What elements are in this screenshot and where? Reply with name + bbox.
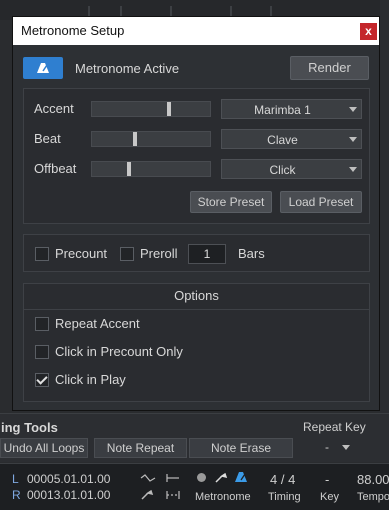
sound-select-beat[interactable]: Clave [221, 129, 362, 149]
preroll-checkbox[interactable] [120, 247, 134, 261]
option-label: Click in Precount Only [55, 344, 183, 359]
undo-all-loops-button[interactable]: Undo All Loops [0, 438, 88, 458]
dialog-title: Metronome Setup [21, 23, 125, 38]
precount-indicator-icon[interactable] [197, 473, 206, 482]
metronome-icon [37, 63, 49, 73]
timing-label: Timing [268, 491, 301, 503]
repeat-key-value: - [325, 440, 329, 454]
volume-slider-offbeat[interactable] [91, 161, 211, 177]
chevron-down-icon [349, 107, 357, 112]
wrench-icon[interactable] [140, 489, 154, 501]
sound-label-accent: Accent [34, 101, 74, 116]
precount-label: Precount [55, 246, 108, 261]
key-label: Key [320, 491, 339, 503]
key-value[interactable]: - [325, 472, 329, 487]
slider-thumb[interactable] [167, 102, 171, 116]
metronome-label: Metronome [195, 491, 251, 503]
sounds-panel: Accent Marimba 1 Beat Clave Offbeat Click Sto… [23, 88, 370, 224]
sound-select-value: Click [269, 163, 296, 177]
bars-label: Bars [238, 246, 265, 261]
editing-tools-bar: ing Tools Repeat Key Undo All Loops Note… [0, 413, 389, 462]
slider-thumb[interactable] [133, 132, 137, 146]
store-preset-button[interactable]: Store Preset [190, 191, 272, 213]
option-checkbox[interactable] [35, 345, 49, 359]
sound-select-accent[interactable]: Marimba 1 [221, 99, 362, 119]
metronome-icon[interactable] [234, 471, 248, 483]
render-button[interactable]: Render [290, 56, 369, 80]
right-locator-marker: R [12, 488, 21, 502]
metronome-active-label: Metronome Active [75, 61, 180, 76]
options-header: Options [24, 284, 369, 310]
left-locator-marker: L [12, 472, 19, 486]
chevron-down-icon [349, 167, 357, 172]
sound-select-offbeat[interactable]: Click [221, 159, 362, 179]
transport-bar: L 00005.01.01.00 R 00013.01.01.00 Metron… [0, 463, 389, 510]
sound-label-offbeat: Offbeat [34, 161, 77, 176]
title-bar: Metronome Setup x [13, 17, 379, 45]
right-locator-time[interactable]: 00013.01.01.00 [27, 488, 110, 502]
background-panel [380, 0, 389, 420]
tempo-value[interactable]: 88.00 [357, 472, 389, 487]
countin-panel: Precount Preroll 1 Bars [23, 234, 370, 272]
volume-slider-accent[interactable] [91, 101, 211, 117]
sound-select-value: Marimba 1 [254, 103, 311, 117]
punch-icon[interactable] [165, 473, 181, 483]
options-panel: Options Repeat Accent Click in Precount O… [23, 283, 370, 402]
tools-title: ing Tools [1, 420, 58, 435]
chevron-down-icon [342, 445, 350, 450]
precount-checkbox[interactable] [35, 247, 49, 261]
note-repeat-button[interactable]: Note Repeat [94, 438, 187, 458]
timing-value[interactable]: 4 / 4 [270, 472, 295, 487]
sound-label-beat: Beat [34, 131, 61, 146]
preroll-label: Preroll [140, 246, 178, 261]
tempo-label: Tempo [357, 491, 389, 503]
option-checkbox[interactable] [35, 373, 49, 387]
auto-punch-icon[interactable] [165, 489, 181, 501]
option-checkbox[interactable] [35, 317, 49, 331]
loop-icon[interactable] [140, 473, 156, 483]
sound-select-value: Clave [267, 133, 298, 147]
option-label: Click in Play [55, 372, 126, 387]
metronome-settings-icon[interactable] [214, 472, 228, 484]
close-button[interactable]: x [360, 23, 377, 40]
repeat-key-label: Repeat Key [303, 420, 366, 434]
option-label: Repeat Accent [55, 316, 140, 331]
repeat-key-select[interactable]: - [298, 438, 356, 458]
note-erase-button[interactable]: Note Erase [189, 438, 293, 458]
left-locator-time[interactable]: 00005.01.01.00 [27, 472, 110, 486]
volume-slider-beat[interactable] [91, 131, 211, 147]
metronome-setup-dialog: Metronome Setup x Metronome Active Rende… [12, 16, 380, 411]
metronome-active-toggle[interactable] [23, 57, 63, 79]
chevron-down-icon [349, 137, 357, 142]
slider-thumb[interactable] [127, 162, 131, 176]
load-preset-button[interactable]: Load Preset [280, 191, 362, 213]
bars-input[interactable]: 1 [188, 244, 226, 264]
